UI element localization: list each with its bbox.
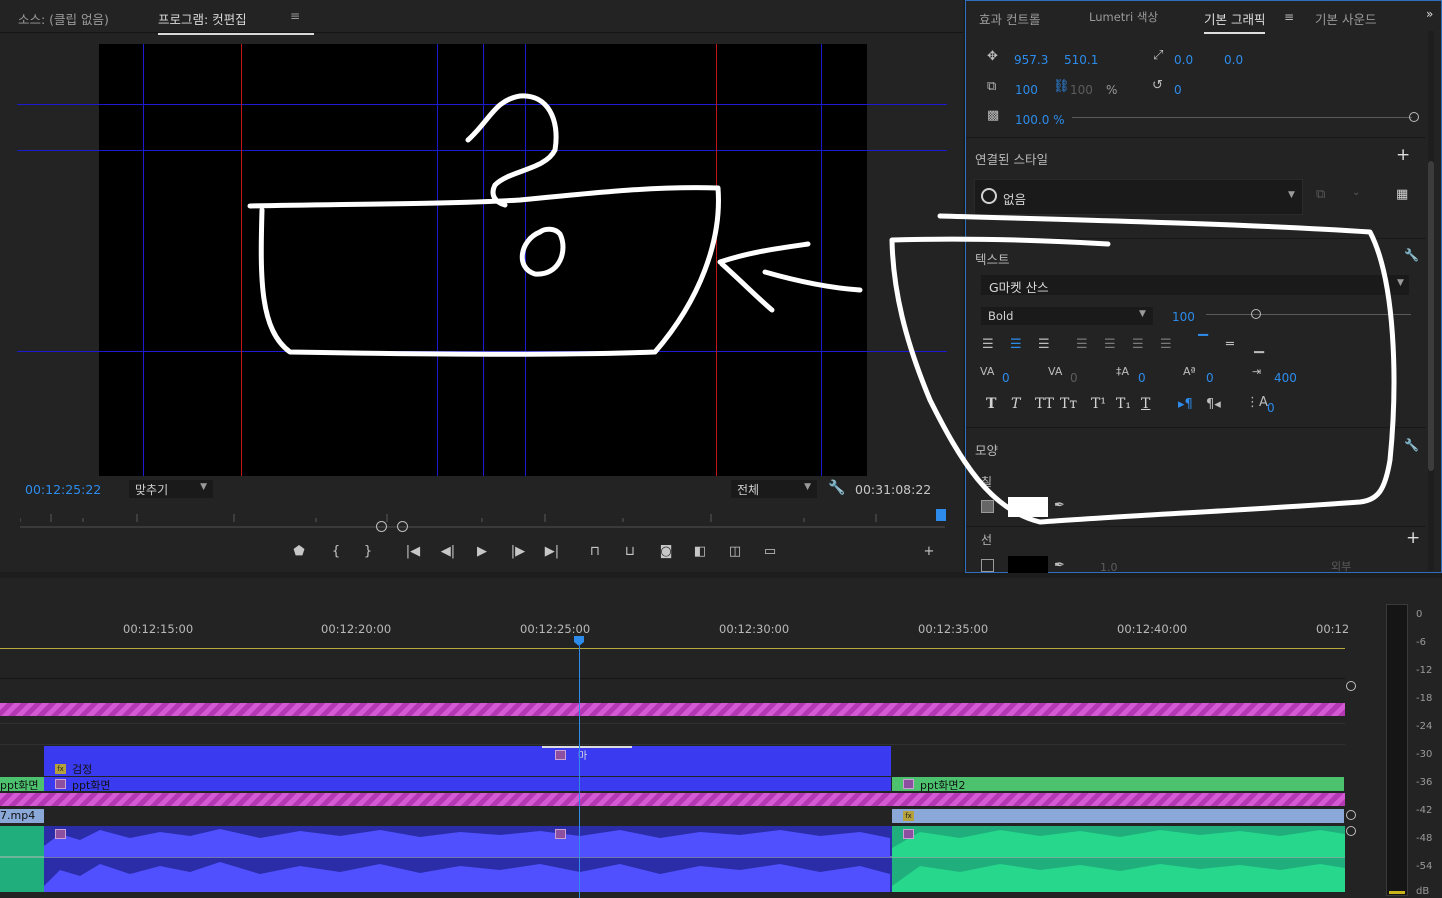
premiere-workspace: 소스: (클립 없음) 프로그램: 컷편집 ≡ 00:12:25:22 맞추기 … bbox=[0, 0, 1442, 898]
handwritten-annotation bbox=[247, 93, 1397, 525]
